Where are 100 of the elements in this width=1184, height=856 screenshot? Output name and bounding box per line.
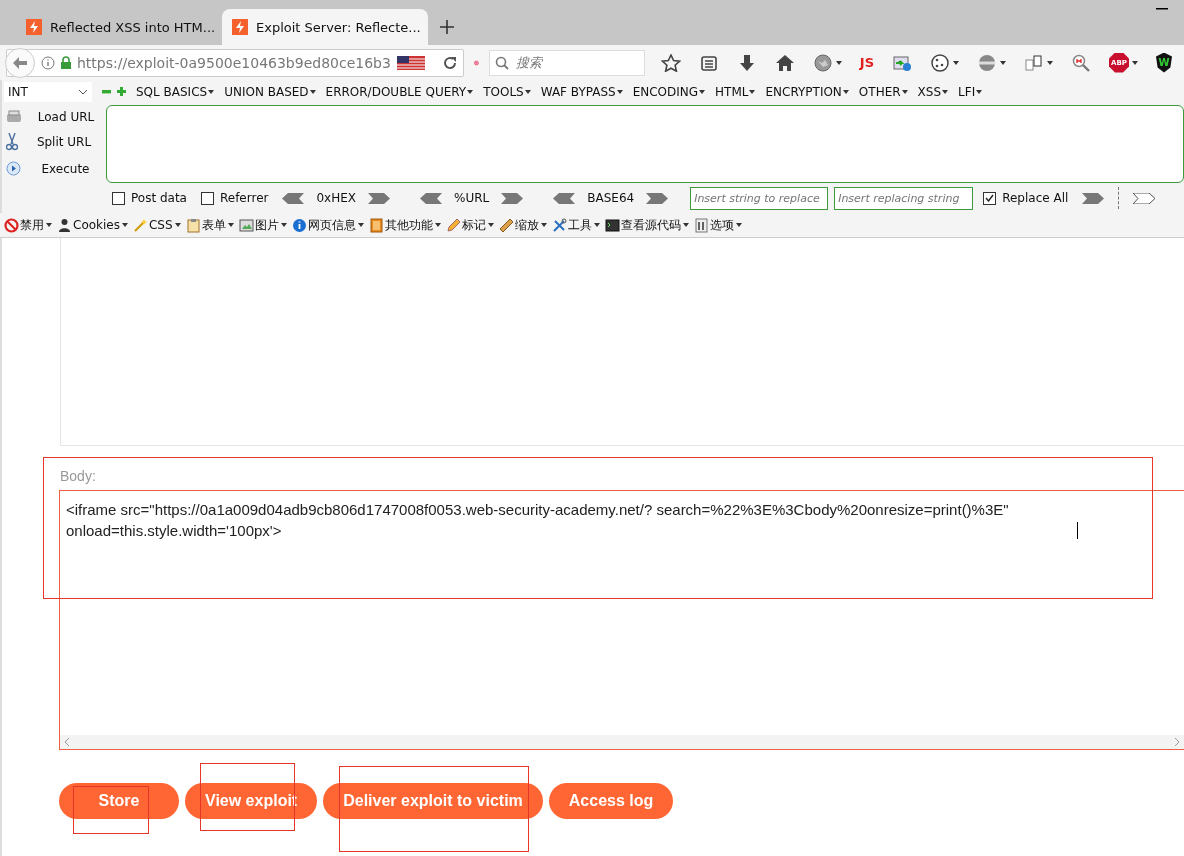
star-icon[interactable]	[660, 53, 681, 72]
menu-item[interactable]: LFI	[958, 84, 983, 99]
checkbox[interactable]: Replace All	[983, 191, 1069, 205]
browser-tab[interactable]: Reflected XSS into HTM...	[16, 9, 222, 45]
chevron-down-icon	[78, 88, 88, 95]
minimize-icon[interactable]	[1156, 8, 1168, 10]
menu-item[interactable]: 图片	[238, 216, 287, 234]
wand-icon	[133, 217, 148, 233]
new-tab-icon[interactable]	[440, 20, 454, 34]
play-icon	[6, 161, 21, 177]
body-text: <iframe src="https://0a1a009d04adb9cb806d1747008f0053.web-security-academy.net/? search=%22%3E%3Cbody%20onresize=print()%3E" onload=this.style.width='100px'>	[66, 500, 1010, 541]
left-chevron-icon[interactable]	[420, 192, 442, 204]
shield-icon[interactable]: W	[1156, 52, 1172, 73]
printer-icon	[6, 109, 22, 124]
menu-item[interactable]: ENCODING	[632, 84, 706, 99]
caret-icon	[434, 223, 441, 227]
menu-item[interactable]: Cookies	[57, 217, 128, 233]
info-icon[interactable]	[41, 55, 55, 70]
replace-field[interactable]: Insert replacing string	[834, 186, 974, 210]
search-field[interactable]: 搜索	[488, 49, 645, 76]
right-chevron-icon[interactable]	[646, 192, 669, 204]
right-chevron-icon[interactable]	[1082, 192, 1105, 204]
url-text: https://exploit-0a9500e10463b9ed80ce16b3	[77, 54, 391, 71]
menu-item[interactable]: 表单	[185, 216, 234, 234]
scissors-icon	[6, 133, 18, 152]
reload-icon[interactable]	[442, 55, 457, 70]
menu-item[interactable]: 其他功能	[368, 216, 441, 234]
menu-item[interactable]: 网页信息	[291, 216, 364, 234]
tools-icon	[551, 217, 567, 233]
menu-item[interactable]: 缩放	[498, 216, 547, 234]
checkbox[interactable]: Referrer	[200, 191, 269, 205]
caret-icon	[942, 89, 949, 94]
encoding-label: %URL	[454, 191, 490, 205]
options-icon	[693, 217, 709, 233]
lock-icon	[61, 56, 71, 69]
menu-item[interactable]: 标记	[445, 216, 494, 234]
caret-icon	[749, 89, 756, 94]
magnifier-icon[interactable]	[1071, 53, 1091, 72]
right-chevron-icon[interactable]	[501, 192, 524, 204]
caret-icon	[487, 223, 494, 227]
menu-item[interactable]: 工具	[551, 216, 600, 234]
info-icon	[291, 217, 307, 233]
encoding-label: 0xHEX	[316, 191, 356, 205]
cookie-icon[interactable]	[930, 53, 950, 72]
home-icon[interactable]	[774, 53, 795, 72]
menu-item[interactable]: HTML	[715, 84, 756, 99]
mode-dropdown[interactable]: INT	[4, 81, 92, 102]
checkmark-icon	[985, 194, 995, 202]
left-chevron-icon[interactable]	[553, 192, 576, 204]
flag-icon[interactable]	[396, 55, 425, 70]
menu-item[interactable]: SQL BASICS	[136, 84, 215, 99]
clipboard-icon[interactable]	[698, 53, 719, 72]
search-icon	[494, 55, 509, 70]
lightning-icon	[26, 19, 42, 35]
menu-item[interactable]: XSS	[917, 84, 949, 99]
caret-icon	[593, 223, 600, 227]
back-arrow-icon	[13, 56, 27, 69]
menu-item[interactable]: 查看源代码	[604, 216, 689, 234]
replace-field[interactable]: Insert string to replace	[690, 186, 829, 210]
caret-icon	[46, 223, 52, 227]
menu-item[interactable]: ENCRYPTION	[765, 84, 849, 99]
menu-item[interactable]: ERROR/DOUBLE QUERY	[325, 84, 474, 99]
caret-icon	[976, 89, 983, 94]
caret-icon	[280, 223, 287, 227]
address-bar[interactable]: https://exploit-0a9500e10463b9ed80ce16b3	[6, 48, 464, 77]
clipboard-icon	[185, 217, 201, 233]
body-textarea[interactable]: <iframe src="https://0a1a009d04adb9cb806d1747008f0053.web-security-academy.net/? search=%22%3E%3Cbody%20onresize=print()%3E" onload=this.style.width='100px'>	[59, 490, 1184, 750]
right-chevron-icon[interactable]	[368, 192, 390, 204]
browser-tab[interactable]: Exploit Server: Reflecte...	[222, 9, 428, 45]
right-chevron-icon[interactable]	[1133, 192, 1156, 204]
plus-icon[interactable]	[117, 87, 126, 96]
menu-item[interactable]: TOOLS	[483, 84, 531, 99]
menu-item[interactable]: OTHER	[858, 84, 908, 99]
left-chevron-icon[interactable]	[282, 192, 305, 204]
pages-icon[interactable]	[1024, 53, 1044, 72]
lightning-icon	[232, 19, 248, 35]
mask-icon[interactable]	[977, 53, 997, 72]
action-button[interactable]: Load URL	[2, 109, 106, 124]
pencil-icon	[445, 217, 461, 233]
action-button[interactable]: Execute	[2, 161, 106, 177]
menu-item[interactable]: UNION BASED	[224, 84, 316, 99]
image-icon[interactable]	[892, 53, 912, 72]
menu-item[interactable]: 禁用	[4, 216, 52, 234]
url-input[interactable]	[106, 105, 1184, 183]
caret-icon	[901, 89, 908, 94]
caret-icon	[122, 223, 128, 227]
caret-icon	[524, 89, 531, 94]
checkbox[interactable]: Post data	[112, 191, 187, 205]
menu-item[interactable]: 选项	[693, 216, 742, 234]
caret-icon	[699, 89, 706, 94]
js-icon[interactable]: JS	[859, 55, 874, 70]
menu-item[interactable]: WAF BYPASS	[540, 84, 623, 99]
back-button[interactable]	[5, 47, 35, 78]
forbidden-icon	[4, 217, 19, 233]
caret-icon	[540, 223, 547, 227]
scrollbar[interactable]	[60, 735, 1184, 749]
globe-icon[interactable]	[812, 53, 833, 72]
action-button[interactable]: Split URL	[2, 133, 106, 152]
menu-item[interactable]: CSS	[133, 217, 181, 233]
minus-icon[interactable]	[102, 87, 111, 96]
